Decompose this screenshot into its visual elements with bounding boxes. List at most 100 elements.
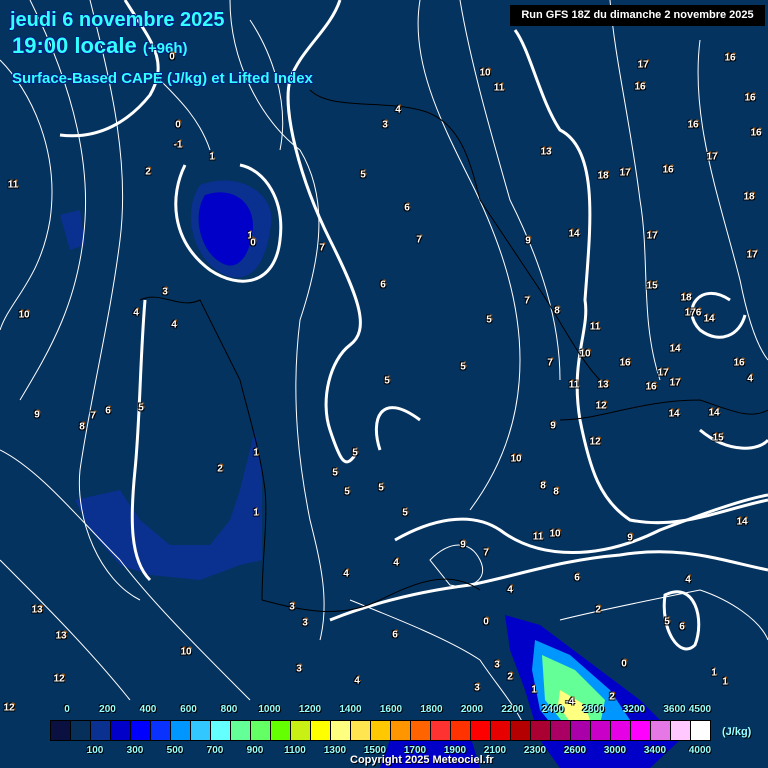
lifted-index-label: 13 [31, 604, 43, 616]
lifted-index-label: 5 [360, 169, 366, 181]
lifted-index-label: 3 [302, 617, 308, 629]
legend-color-swatch [71, 721, 91, 740]
lifted-index-label: 7 [319, 242, 325, 254]
lifted-index-label: 3 [474, 682, 480, 694]
lifted-index-label: 1 [711, 667, 717, 679]
lifted-index-label: 9 [525, 235, 531, 247]
lifted-index-label: 5 [486, 314, 492, 326]
lifted-index-label: 16 [733, 357, 745, 369]
legend-color-swatch [331, 721, 351, 740]
lifted-index-label: 2 [609, 691, 615, 703]
lifted-index-label: 16 [744, 92, 756, 104]
legend-color-swatch [171, 721, 191, 740]
legend-color-swatch [91, 721, 111, 740]
legend-tick-bottom: 2600 [563, 745, 587, 756]
lifted-index-label: 2 [507, 671, 513, 683]
legend-color-swatch [631, 721, 651, 740]
legend-color-swatch [431, 721, 451, 740]
lifted-index-label: 16 [687, 119, 699, 131]
lifted-index-label: 9 [460, 539, 466, 551]
lifted-index-label: 11 [568, 379, 580, 391]
legend-color-swatch [391, 721, 411, 740]
lifted-index-label: 6 [380, 279, 386, 291]
lifted-index-label: 14 [708, 407, 720, 419]
lifted-index-label: 18 [743, 191, 755, 203]
legend-color-swatch [491, 721, 511, 740]
lifted-index-label: 1 [253, 447, 259, 459]
legend-color-swatch [211, 721, 231, 740]
legend-unit: (J/kg) [722, 726, 752, 738]
legend-color-swatch [151, 721, 171, 740]
lifted-index-label: 12 [3, 702, 15, 714]
copyright: Copyright 2025 Meteociel.fr [350, 754, 494, 766]
lifted-index-label: 5 [378, 482, 384, 494]
legend-color-swatch [591, 721, 611, 740]
lifted-index-label: 17 [619, 167, 631, 179]
local-time: 19:00 locale [12, 33, 137, 58]
lifted-index-label: 6 [404, 202, 410, 214]
legend-tick-top: 2400 [541, 704, 565, 715]
lifted-index-label: 17 [669, 377, 681, 389]
lifted-index-label: 7 [416, 234, 422, 246]
lifted-index-label: 4 [685, 574, 691, 586]
lifted-index-label: 3 [162, 286, 168, 298]
lifted-index-label: 17 [637, 59, 649, 71]
lifted-index-label: 14 [669, 343, 681, 355]
lifted-index-label: 5 [460, 361, 466, 373]
lifted-index-label: 12 [53, 673, 65, 685]
lifted-index-label: 13 [55, 630, 67, 642]
legend-tick-top: 1600 [379, 704, 403, 715]
legend-color-swatch [131, 721, 151, 740]
legend-color-swatch [671, 721, 691, 740]
lifted-index-label: 13 [540, 146, 552, 158]
legend-color-swatch [111, 721, 131, 740]
legend-color-swatch [471, 721, 491, 740]
cape-color-legend [50, 720, 711, 741]
model-run-banner: Run GFS 18Z du dimanche 2 novembre 2025 [510, 5, 765, 26]
lifted-index-label: 1 [253, 507, 259, 519]
lifted-index-label: 3 [296, 663, 302, 675]
lifted-index-contours [0, 0, 768, 741]
legend-tick-top: 1000 [258, 704, 281, 715]
lifted-index-label: 2 [217, 463, 223, 475]
legend-color-swatch [451, 721, 471, 740]
lifted-index-label: 0 [483, 616, 489, 628]
lifted-index-label: 7 [483, 547, 489, 559]
lifted-index-label: 11 [589, 321, 601, 333]
legend-tick-bottom: 900 [246, 745, 264, 756]
lifted-index-label: 5 [664, 616, 670, 628]
lifted-index-label: 0 [250, 237, 256, 249]
lifted-index-label: 10 [18, 309, 30, 321]
legend-tick-bottom: 700 [206, 745, 224, 756]
legend-color-swatch [651, 721, 671, 740]
legend-tick-top: 3600 [663, 704, 686, 715]
legend-color-swatch [371, 721, 391, 740]
lifted-index-label: 17 [646, 230, 658, 242]
lifted-index-label: 16 [634, 81, 646, 93]
lifted-index-label: 4 [343, 568, 349, 580]
legend-tick-bottom: 2300 [523, 745, 547, 756]
legend-tick-bottom: 1100 [284, 745, 306, 756]
legend-tick-bottom: 3000 [603, 745, 627, 756]
legend-color-swatch [611, 721, 631, 740]
lifted-index-label: 4 [747, 373, 753, 385]
lifted-index-label: 15 [712, 432, 724, 444]
lifted-index-label: 10 [479, 67, 491, 79]
lifted-index-label: 15 [646, 280, 658, 292]
lifted-index-label: 1 [722, 676, 728, 688]
lifted-index-label: 0 [175, 119, 181, 131]
legend-tick-top: 600 [180, 704, 197, 715]
legend-color-swatch [351, 721, 371, 740]
lifted-index-label: 16 [619, 357, 631, 369]
lifted-index-label: 0 [621, 658, 627, 670]
lifted-index-label: 3 [494, 659, 500, 671]
legend-tick-bottom: 1300 [323, 745, 347, 756]
lifted-index-label: 5 [352, 447, 358, 459]
legend-tick-top: 2000 [460, 704, 484, 715]
lifted-index-label: 1 [531, 684, 537, 696]
lifted-index-label: 10 [510, 453, 522, 465]
lifted-index-label: 17 [746, 249, 758, 261]
legend-tick-top: 200 [99, 704, 116, 715]
lifted-index-label: 18 [597, 170, 609, 182]
lifted-index-label: 18 [680, 292, 692, 304]
